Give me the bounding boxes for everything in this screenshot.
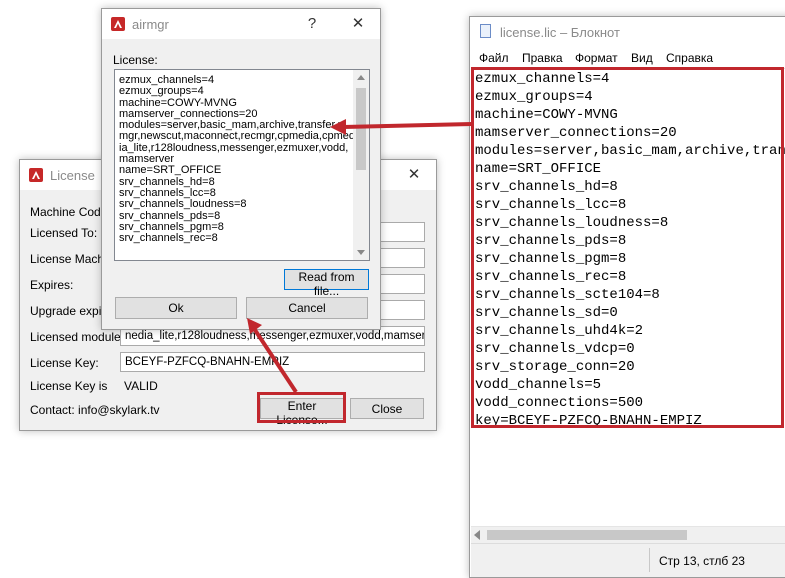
license-line: srv_channels_rec=8 bbox=[119, 232, 218, 245]
expires-label: Expires: bbox=[30, 278, 74, 292]
license-line: ezmux_groups=4 bbox=[119, 85, 204, 98]
machine-code-label: Machine Code: bbox=[30, 205, 111, 219]
status-divider bbox=[649, 548, 650, 572]
license-text-label: License: bbox=[113, 53, 158, 67]
notepad-titlebar[interactable]: license.lic – Блокнот bbox=[470, 17, 785, 47]
read-from-file-button[interactable]: Read from file... bbox=[284, 269, 369, 298]
license-vertical-scrollbar[interactable] bbox=[353, 70, 369, 260]
menu-edit[interactable]: Правка bbox=[522, 51, 563, 65]
license-text-lines: ezmux_channels=4 ezmux_groups=4 machine=CO… bbox=[119, 74, 355, 245]
airmgr-close-icon[interactable]: ✕ bbox=[348, 15, 368, 33]
notepad-highlight-box bbox=[471, 67, 784, 428]
scroll-down-icon[interactable] bbox=[357, 250, 365, 255]
ok-button[interactable]: Ok bbox=[115, 297, 237, 319]
menu-file[interactable]: Файл bbox=[479, 51, 509, 65]
upgrade-expires-label: Upgrade expire bbox=[30, 304, 113, 318]
menu-view[interactable]: Вид bbox=[631, 51, 653, 65]
notepad-status-bar: Стр 13, стлб 23 bbox=[471, 543, 785, 577]
skylark-app-icon bbox=[29, 168, 43, 182]
close-button[interactable]: Close bbox=[350, 398, 424, 419]
licensed-modules-label: Licensed modules: bbox=[30, 330, 131, 344]
license-status-value: VALID bbox=[124, 379, 158, 393]
license-textbox[interactable]: ezmux_channels=4 ezmux_groups=4 machine=CO… bbox=[114, 69, 370, 261]
scroll-up-icon[interactable] bbox=[357, 75, 365, 80]
airmgr-titlebar[interactable]: airmgr ? ✕ bbox=[102, 9, 380, 39]
licensed-to-label: Licensed To: bbox=[30, 226, 98, 240]
airmgr-dialog: airmgr ? ✕ License: ezmux_channels=4 ezmu… bbox=[101, 8, 381, 330]
caret-position: Стр 13, стлб 23 bbox=[659, 554, 745, 568]
menu-help[interactable]: Справка bbox=[666, 51, 713, 65]
scroll-thumb[interactable] bbox=[487, 530, 687, 540]
license-key-field: BCEYF-PZFCQ-BNAHN-EMPIZ bbox=[120, 352, 425, 372]
cancel-button[interactable]: Cancel bbox=[246, 297, 368, 319]
notepad-title: license.lic – Блокнот bbox=[500, 25, 620, 40]
notepad-horizontal-scrollbar[interactable] bbox=[471, 526, 785, 543]
airmgr-title: airmgr bbox=[132, 17, 169, 32]
airmgr-app-icon bbox=[111, 17, 125, 31]
license-title: License bbox=[50, 168, 95, 183]
help-icon[interactable]: ? bbox=[302, 15, 322, 33]
menu-format[interactable]: Формат bbox=[575, 51, 618, 65]
scroll-thumb[interactable] bbox=[356, 88, 366, 170]
license-close-icon[interactable]: ✕ bbox=[404, 166, 424, 184]
contact-info: Contact: info@skylark.tv bbox=[30, 403, 160, 417]
license-key-label: License Key: bbox=[30, 356, 99, 370]
scroll-left-icon[interactable] bbox=[474, 530, 480, 540]
license-line: srv_channels_loudness=8 bbox=[119, 198, 247, 211]
license-line: name=SRT_OFFICE bbox=[119, 164, 222, 177]
notepad-file-icon bbox=[480, 24, 491, 38]
enter-license-highlight-box bbox=[257, 392, 346, 423]
license-status-label: License Key is bbox=[30, 379, 108, 393]
